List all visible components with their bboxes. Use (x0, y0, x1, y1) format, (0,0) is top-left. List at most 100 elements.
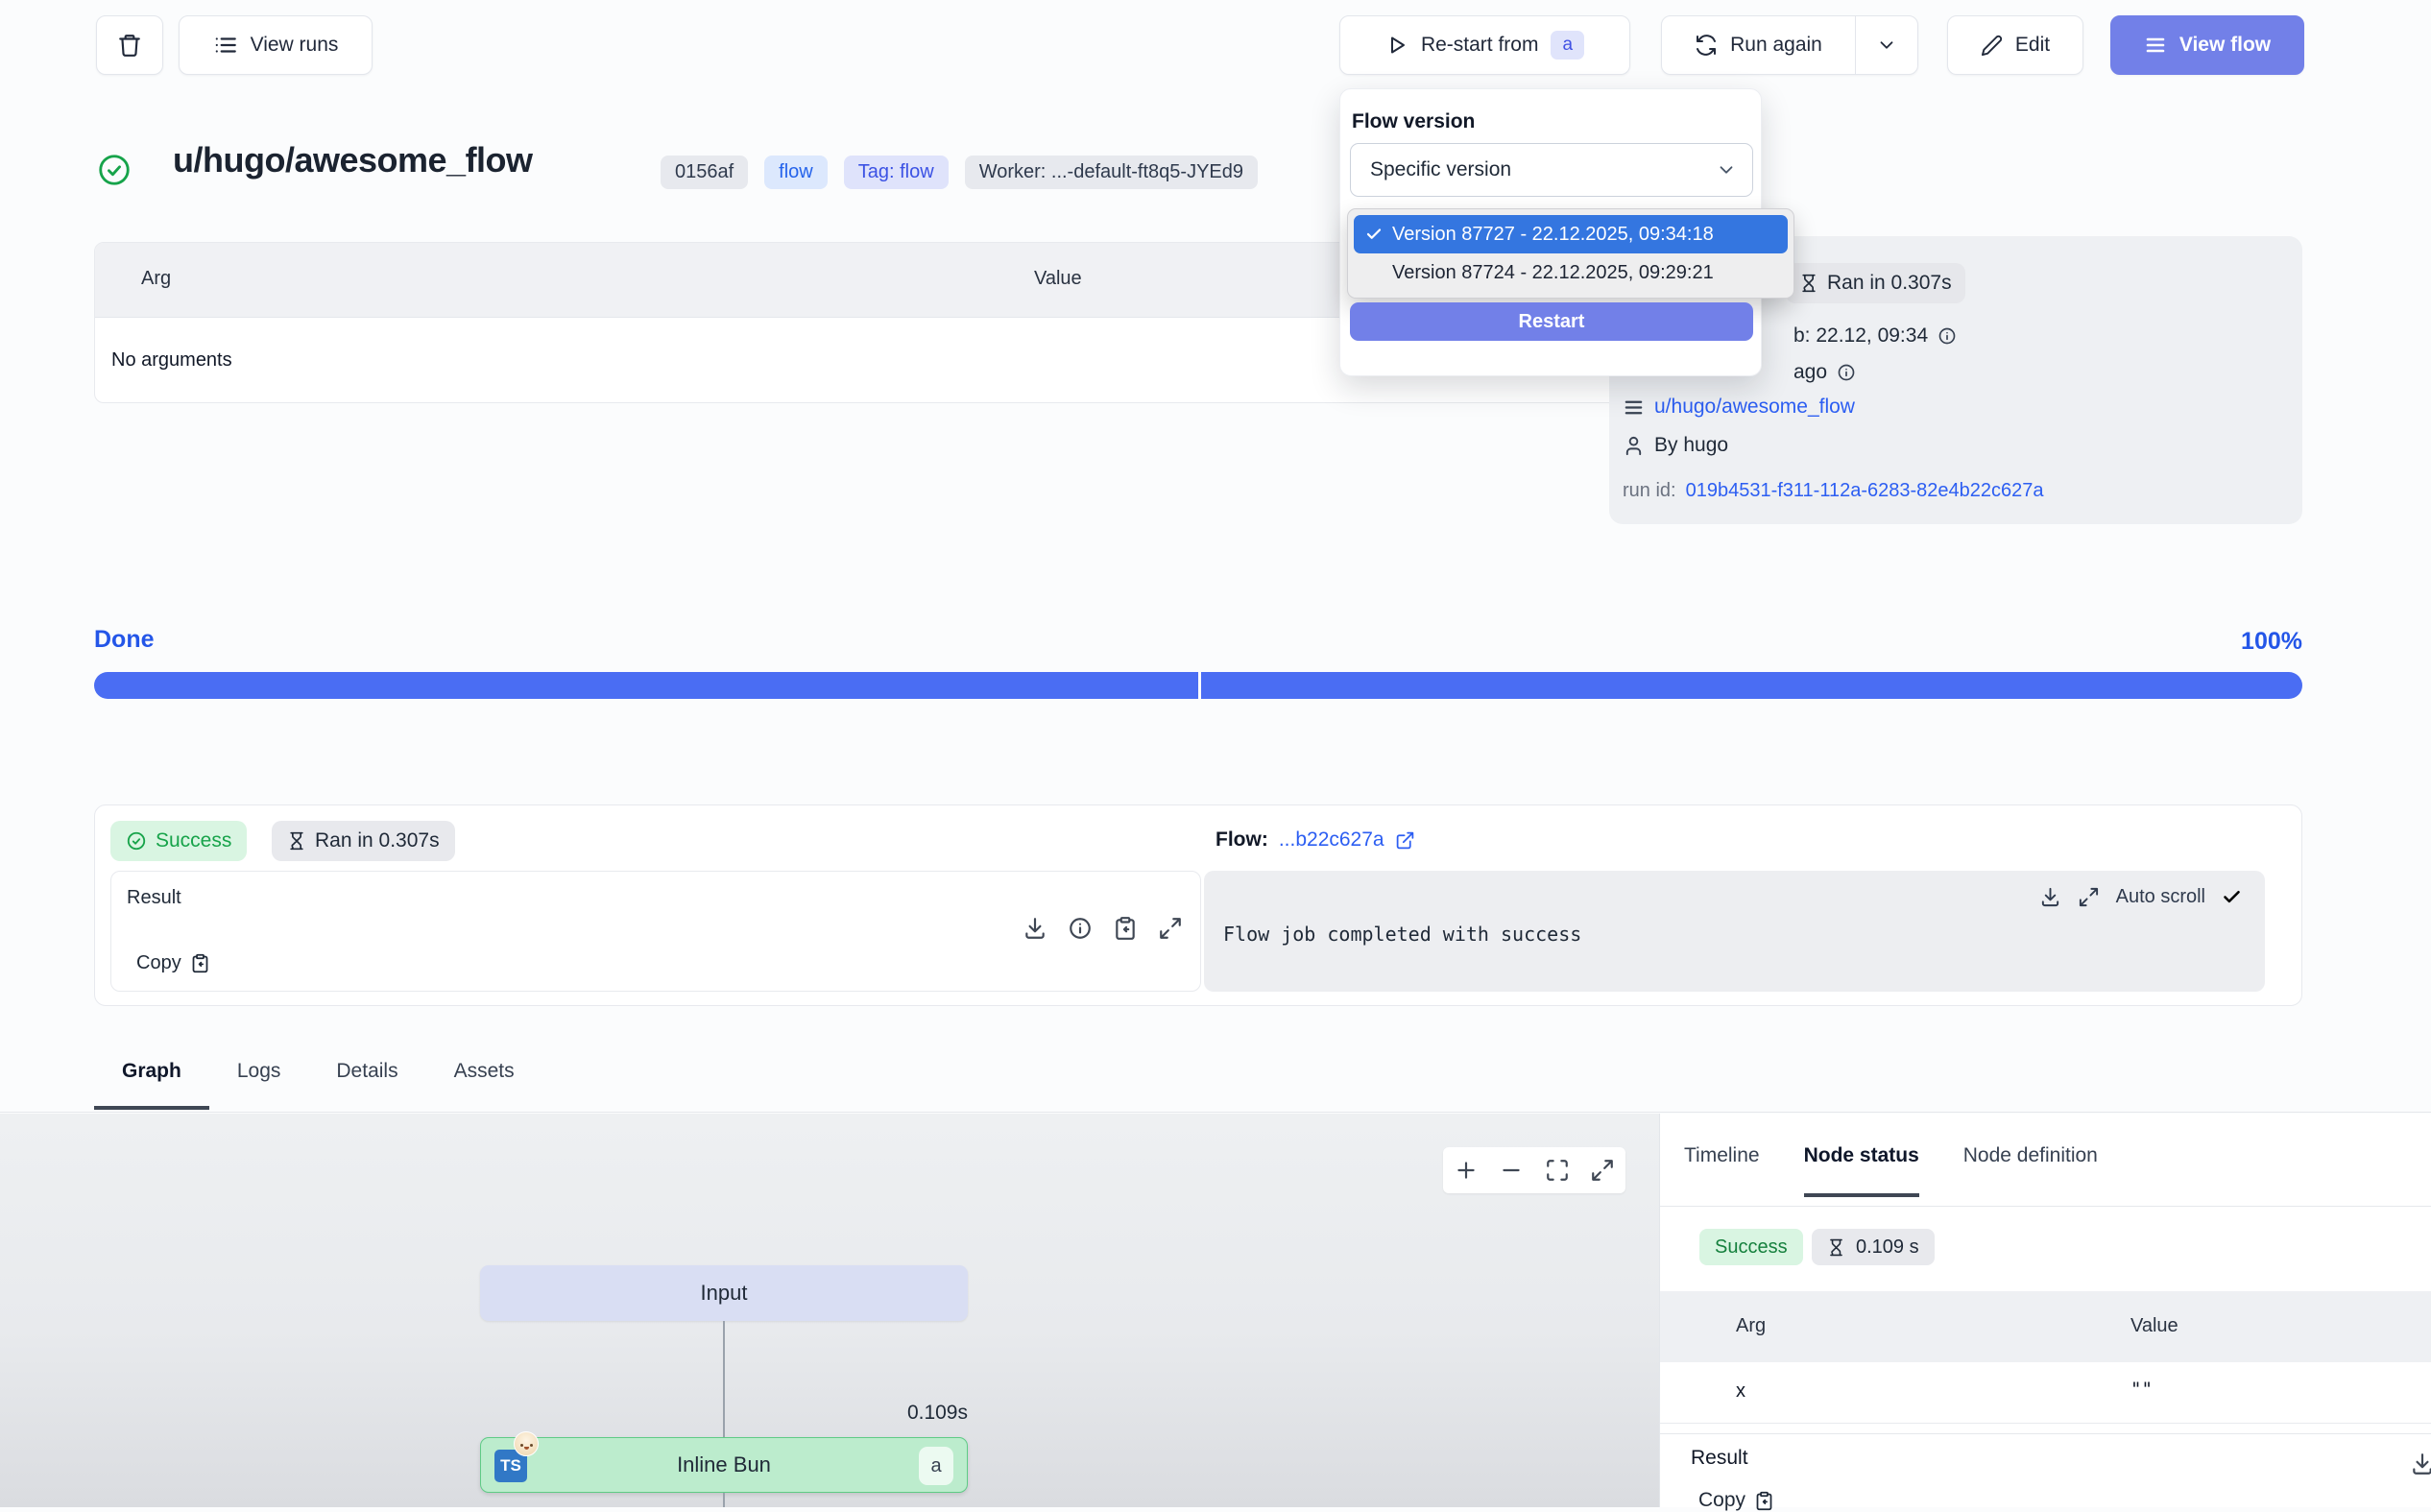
view-runs-button[interactable]: View runs (179, 15, 373, 75)
value-column-header: Value (1034, 268, 1082, 290)
menu-icon (2144, 34, 2167, 57)
flow-version-title: Flow version (1352, 110, 1475, 133)
node-duration-badge: 0.109 s (1812, 1229, 1935, 1265)
clipboard-icon (1754, 1491, 1774, 1511)
run-duration-badge: Ran in 0.307s (272, 821, 455, 861)
graph-edge (723, 1493, 725, 1507)
version-option[interactable]: Version 87724 - 22.12.2025, 09:29:21 (1354, 253, 1788, 292)
run-id-label: run id: (1623, 480, 1676, 502)
copy-result-button[interactable]: Copy (136, 952, 210, 974)
job-time-label: b: 22.12, 09:34 (1793, 324, 1928, 348)
hourglass-icon (1799, 274, 1818, 293)
info-icon[interactable] (1837, 363, 1856, 382)
clipboard-copy-icon[interactable] (1113, 916, 1138, 941)
result-box: Result Copy (110, 871, 1201, 992)
info-icon[interactable] (1938, 326, 1957, 346)
run-id-link[interactable]: 019b4531-f311-112a-6283-82e4b22c627a (1686, 480, 2044, 502)
main-tabs: Graph Logs Details Assets (94, 1060, 542, 1110)
node-status-badge: Success (1699, 1229, 1803, 1265)
tag-badge: Tag: flow (844, 156, 949, 189)
progress-step-divider (1198, 672, 1201, 699)
user-icon (1623, 435, 1645, 457)
version-option-label: Version 87724 - 22.12.2025, 09:29:21 (1392, 262, 1714, 284)
external-link-icon[interactable] (1395, 830, 1415, 851)
expand-logs-icon[interactable] (2078, 886, 2100, 908)
graph-zoom-controls (1443, 1147, 1625, 1193)
tab-node-status[interactable]: Node status (1804, 1144, 1919, 1197)
edit-button[interactable]: Edit (1947, 15, 2083, 75)
tab-timeline[interactable]: Timeline (1684, 1144, 1760, 1197)
run-again-button[interactable]: Run again (1662, 16, 1855, 74)
copy-label: Copy (1698, 1489, 1745, 1512)
restart-button[interactable]: Restart (1350, 302, 1753, 341)
zoom-in-icon[interactable] (1454, 1158, 1479, 1183)
run-again-split-button: Run again (1661, 15, 1918, 75)
check-circle-icon (126, 830, 147, 852)
delete-run-button[interactable] (96, 15, 163, 75)
tab-graph[interactable]: Graph (94, 1060, 209, 1110)
node-arg-row: x "" (1660, 1362, 2431, 1424)
tab-details[interactable]: Details (308, 1060, 425, 1110)
section-divider (1660, 1433, 2431, 1434)
flow-path-link[interactable]: u/hugo/awesome_flow (1654, 396, 1855, 419)
restart-from-node-badge: a (1551, 31, 1584, 60)
node-id-badge: a (919, 1447, 953, 1485)
hourglass-icon (1827, 1238, 1845, 1257)
clipboard-icon (190, 953, 210, 973)
copy-label: Copy (136, 952, 181, 974)
job-time-row: b: 22.12, 09:34 (1793, 324, 1957, 348)
version-option-selected[interactable]: Version 87727 - 22.12.2025, 09:34:18 (1354, 215, 1788, 253)
download-node-result-icon[interactable] (2410, 1452, 2431, 1476)
progress-bar (94, 672, 2302, 699)
info-icon[interactable] (1068, 916, 1093, 941)
run-id-row: run id: 019b4531-f311-112a-6283-82e4b22c… (1623, 480, 2044, 502)
expand-result-icon[interactable] (1158, 916, 1183, 941)
refresh-icon (1695, 34, 1718, 57)
zoom-out-icon[interactable] (1499, 1158, 1524, 1183)
download-result-icon[interactable] (1023, 916, 1047, 941)
tab-logs[interactable]: Logs (209, 1060, 309, 1110)
bun-icon (514, 1431, 539, 1456)
started-ago-label: ago (1793, 361, 1827, 384)
tabs-divider (0, 1112, 2431, 1113)
progress-percent: 100% (2229, 628, 2302, 656)
node-duration-label: 0.109s (893, 1402, 968, 1425)
fullscreen-icon[interactable] (1590, 1158, 1615, 1183)
flow-badge: flow (764, 156, 828, 189)
progress-status-label: Done (94, 626, 155, 654)
hourglass-icon (287, 831, 306, 851)
graph-node-input[interactable]: Input (480, 1265, 968, 1321)
node-status-panel: Timeline Node status Node definition Suc… (1659, 1114, 2431, 1507)
title-badges: 0156af flow Tag: flow Worker: ...-defaul… (661, 156, 1258, 189)
flow-reference: Flow: ...b22c627a (1216, 828, 1415, 852)
run-again-dropdown-button[interactable] (1856, 16, 1917, 74)
arg-column-header: Arg (1736, 1315, 1766, 1337)
node-args-table-header: Arg Value (1660, 1291, 2431, 1362)
download-logs-icon[interactable] (2039, 886, 2061, 908)
view-flow-button[interactable]: View flow (2110, 15, 2304, 75)
node-duration-value: 0.109 s (1856, 1236, 1919, 1259)
trash-icon (117, 33, 142, 58)
bun-node-label: Inline Bun (677, 1452, 771, 1477)
flow-id-link[interactable]: ...b22c627a (1279, 828, 1384, 852)
version-select[interactable]: Specific version (1350, 143, 1753, 197)
graph-node-inline-bun[interactable]: TS Inline Bun a (480, 1437, 968, 1493)
graph-edge (723, 1321, 725, 1437)
view-runs-label: View runs (251, 34, 339, 57)
flow-path-row: u/hugo/awesome_flow (1623, 396, 1855, 419)
tab-assets[interactable]: Assets (426, 1060, 542, 1110)
auto-scroll-checkmark-icon[interactable] (2222, 887, 2242, 907)
version-option-label: Version 87727 - 22.12.2025, 09:34:18 (1392, 224, 1714, 246)
run-again-label: Run again (1730, 34, 1822, 57)
checkmark-icon (1365, 226, 1383, 243)
version-option-list: Version 87727 - 22.12.2025, 09:34:18 Ver… (1347, 208, 1794, 299)
copy-node-result-button[interactable]: Copy (1698, 1489, 1774, 1512)
tab-node-definition[interactable]: Node definition (1963, 1144, 2098, 1197)
result-label: Result (127, 887, 181, 909)
node-result-label: Result (1691, 1447, 1748, 1470)
node-panel-tabs: Timeline Node status Node definition (1684, 1144, 2098, 1197)
chevron-down-icon (1716, 159, 1737, 180)
fit-view-icon[interactable] (1545, 1158, 1570, 1183)
restart-from-button[interactable]: Re-start from a (1339, 15, 1630, 75)
version-select-value: Specific version (1351, 158, 1716, 181)
